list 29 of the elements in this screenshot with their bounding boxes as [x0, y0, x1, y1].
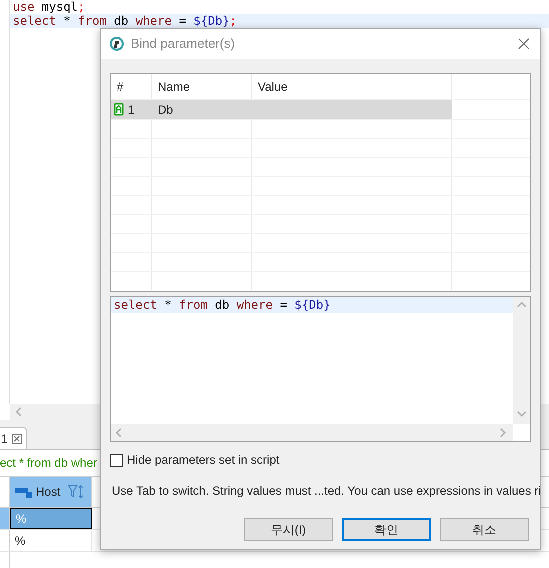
query-text: ect * from db wher	[0, 455, 98, 472]
row-header[interactable]	[0, 508, 10, 529]
column-header[interactable]: Name	[152, 74, 252, 99]
scroll-right-icon[interactable]	[499, 428, 509, 438]
sql-editor[interactable]: select * from db where = ${Db}	[110, 296, 531, 442]
table-cell: %	[10, 508, 92, 529]
text-type-icon	[114, 103, 124, 116]
vertical-scrollbar[interactable]	[513, 297, 530, 424]
column-header[interactable]: #	[111, 74, 152, 99]
dialog-button[interactable]: 취소	[440, 518, 529, 541]
column-header[interactable]: Host	[10, 477, 92, 507]
scroll-down-icon[interactable]	[516, 410, 526, 420]
table-row[interactable]: 1 Db	[111, 100, 452, 119]
hint-text: Use Tab to switch. String values must ...ted. You can use expressions in values ri	[112, 484, 542, 498]
dialog-button[interactable]: 확인	[342, 518, 431, 541]
checkbox-label: Hide parameters set in script	[127, 452, 280, 469]
table-cell-text: 1	[128, 102, 135, 118]
app-icon	[109, 36, 125, 52]
results-tab[interactable]: 1	[0, 427, 27, 449]
window-title: Bind parameter(s)	[131, 35, 236, 54]
text-type-icon	[15, 486, 33, 498]
dialog-button[interactable]: 무시(I)	[244, 518, 333, 541]
checkbox[interactable]	[110, 454, 123, 466]
close-icon[interactable]	[518, 38, 530, 50]
table-cell-text: Db	[157, 102, 174, 118]
column-header[interactable]: Value	[252, 74, 452, 99]
close-icon[interactable]	[12, 434, 22, 444]
filter-sort-icon[interactable]	[68, 485, 86, 499]
horizontal-scrollbar[interactable]	[111, 424, 513, 441]
